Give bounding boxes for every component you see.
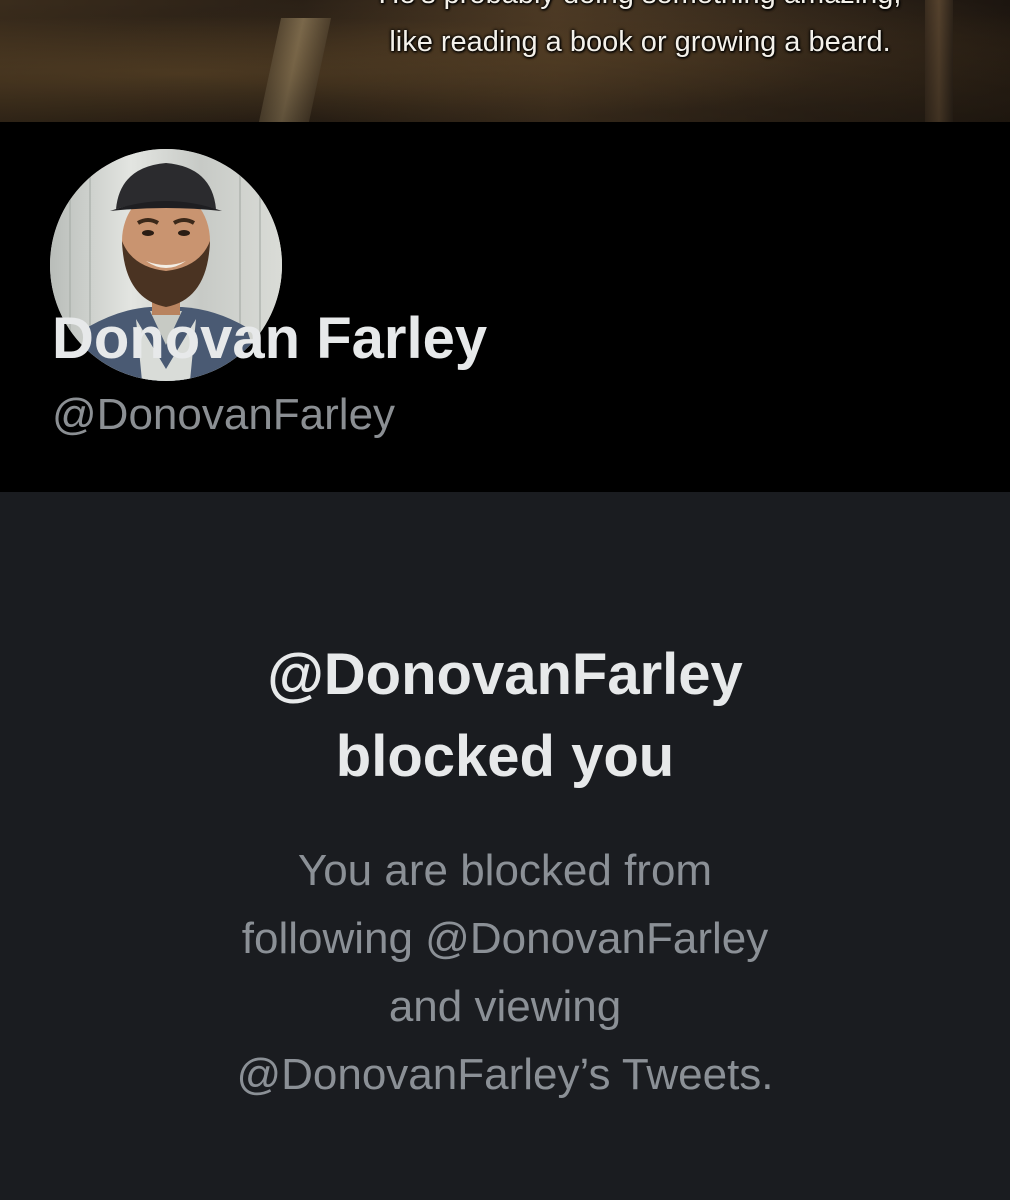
blocked-title: @DonovanFarley blocked you <box>0 634 1010 798</box>
blocked-message-line-4: @DonovanFarley’s Tweets. <box>236 1050 774 1099</box>
profile-header: Donovan Farley @DonovanFarley <box>0 122 1010 492</box>
blocked-message: You are blocked from following @DonovanF… <box>0 837 1010 1109</box>
blocked-title-handle: @DonovanFarley <box>267 642 743 707</box>
banner-caption-line-2: like reading a book or growing a beard. <box>389 26 891 58</box>
profile-page: He's probably doing something amazing, l… <box>0 0 1010 1200</box>
display-name: Donovan Farley <box>52 306 488 371</box>
banner-shade <box>0 0 1010 122</box>
blocked-message-line-1: You are blocked from <box>297 846 713 895</box>
blocked-notice: @DonovanFarley blocked you You are block… <box>0 492 1010 1200</box>
profile-handle: @DonovanFarley <box>52 390 396 439</box>
banner-caption-line-1: He's probably doing something amazing, <box>0 0 1010 11</box>
profile-banner[interactable]: He's probably doing something amazing, l… <box>0 0 1010 122</box>
blocked-title-text: blocked you <box>335 724 675 789</box>
blocked-message-line-3: and viewing <box>388 982 622 1031</box>
blocked-message-line-2: following @DonovanFarley <box>241 914 769 963</box>
